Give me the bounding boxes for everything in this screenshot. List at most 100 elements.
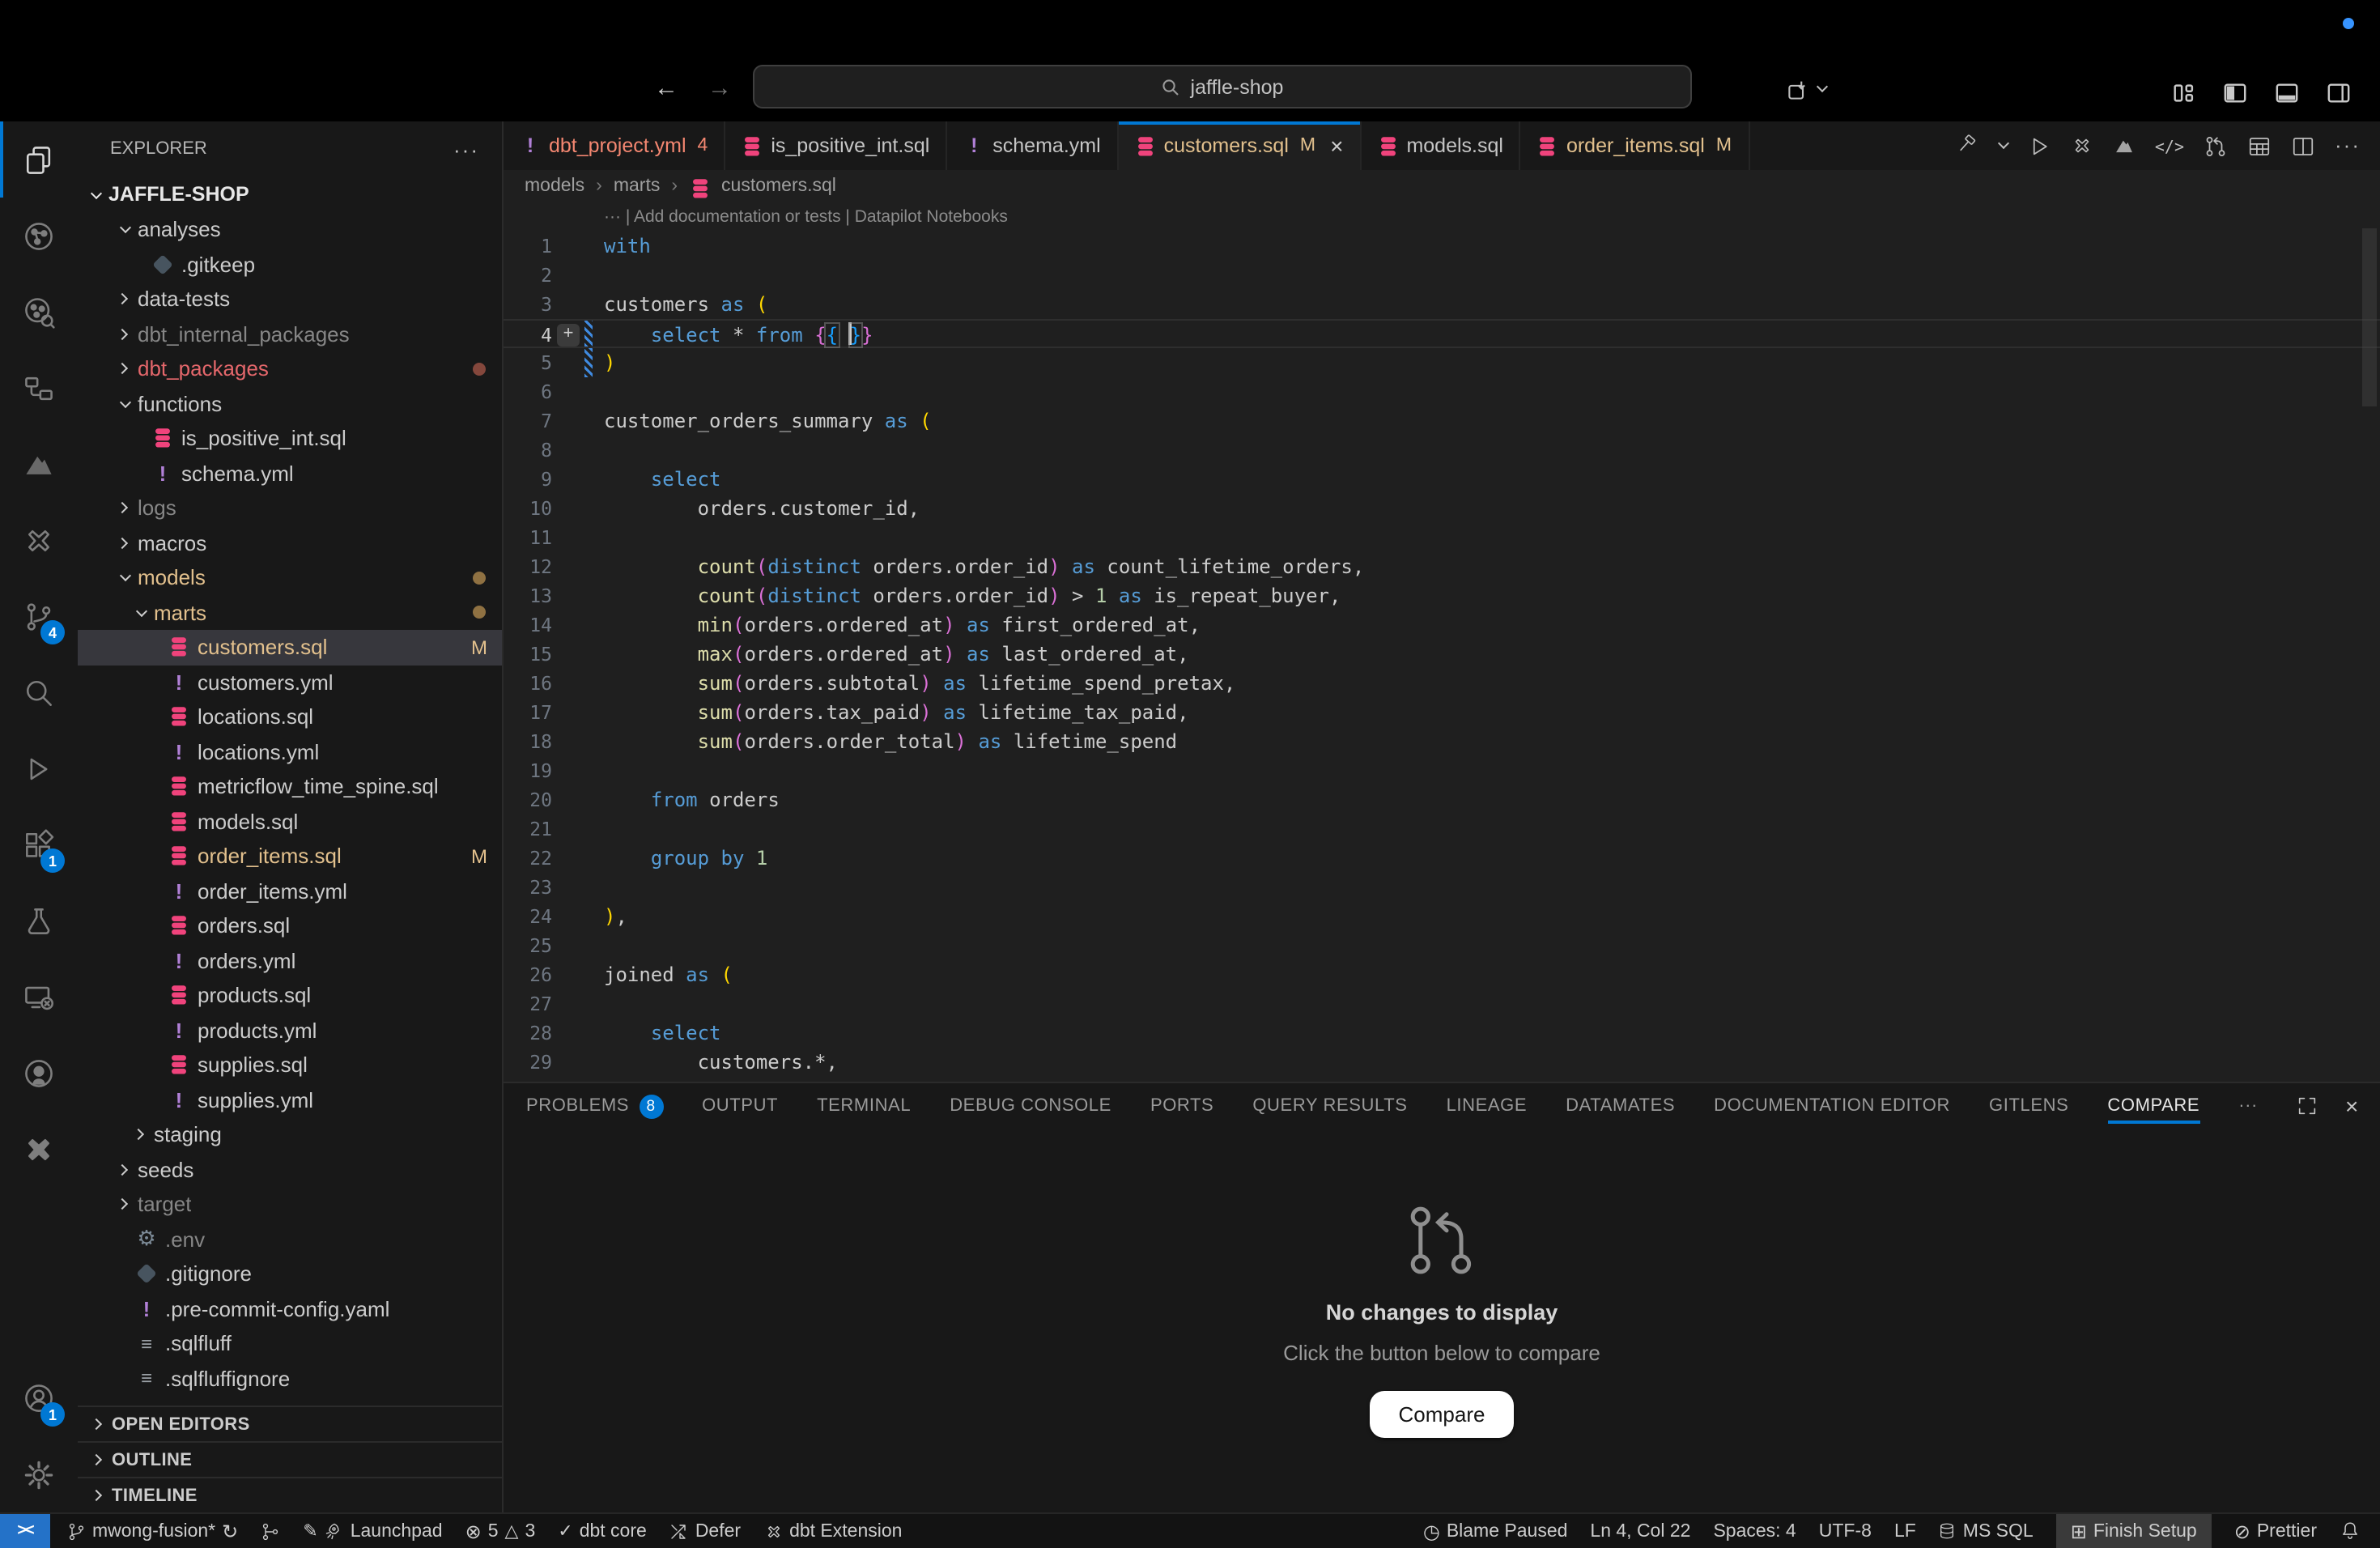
code-line-11[interactable]: 11 — [504, 523, 2380, 552]
tree-item-supplies.sql[interactable]: supplies.sql — [78, 1048, 502, 1082]
status-git-status-icon[interactable] — [261, 1521, 280, 1541]
status-encoding[interactable]: UTF-8 — [1819, 1514, 1872, 1548]
status-defer[interactable]: Defer — [669, 1521, 741, 1541]
tree-item-.pre-commit-config.yaml[interactable]: !.pre-commit-config.yaml — [78, 1291, 502, 1326]
nav-back-button[interactable]: ← — [654, 74, 678, 102]
tree-item-dbt_packages[interactable]: dbt_packages — [78, 351, 502, 386]
code-line-26[interactable]: 26 joined as ( — [504, 960, 2380, 989]
activity-github[interactable] — [0, 1035, 78, 1111]
code-line-27[interactable]: 27 — [504, 989, 2380, 1019]
tree-item-order_items.sql[interactable]: order_items.sqlM — [78, 839, 502, 874]
activity-search[interactable] — [0, 654, 78, 730]
activity-source-control[interactable]: 4 — [0, 578, 78, 654]
tab-dbt_project.yml[interactable]: !dbt_project.yml 4 — [504, 121, 725, 170]
code-line-4[interactable]: 4 + select * from {{ }} — [504, 319, 2380, 348]
breadcrumb-item[interactable]: models — [525, 176, 584, 196]
panel-tab-DOCUMENTATION EDITOR[interactable]: DOCUMENTATION EDITOR — [1714, 1083, 1950, 1129]
code-line-13[interactable]: 13 count(distinct orders.order_id) > 1 a… — [504, 581, 2380, 610]
toggle-secondary-sidebar-icon[interactable] — [2327, 81, 2351, 105]
tree-item-is_positive_int.sql[interactable]: is_positive_int.sql — [78, 421, 502, 456]
activity-flask[interactable] — [0, 882, 78, 959]
activity-pinwheel-filled[interactable] — [0, 1111, 78, 1187]
hammer-icon[interactable] — [1957, 134, 1980, 157]
tree-item-analyses[interactable]: analyses — [78, 212, 502, 247]
activity-settings-gear[interactable] — [0, 1436, 78, 1512]
tree-item-.gitkeep[interactable]: .gitkeep — [78, 247, 502, 282]
code-line-29[interactable]: 29 customers.*, — [504, 1048, 2380, 1077]
tree-item-locations.sql[interactable]: locations.sql — [78, 700, 502, 734]
customize-layout-icon[interactable] — [2171, 81, 2195, 105]
code-line-3[interactable]: 3 customers as ( — [504, 290, 2380, 319]
toggle-panel-icon[interactable] — [2275, 81, 2299, 105]
status-finish-setup[interactable]: ⊞Finish Setup — [2056, 1514, 2212, 1548]
code-line-22[interactable]: 22 group by 1 — [504, 844, 2380, 873]
section-outline[interactable]: OUTLINE — [78, 1441, 502, 1477]
activity-git-circle[interactable] — [0, 198, 78, 274]
tree-item-orders.sql[interactable]: orders.sql — [78, 908, 502, 943]
panel-tab-TERMINAL[interactable]: TERMINAL — [817, 1083, 911, 1129]
tree-item-seeds[interactable]: seeds — [78, 1152, 502, 1187]
status-dbt-extension[interactable]: dbt Extension — [763, 1521, 902, 1541]
tree-item-target[interactable]: target — [78, 1187, 502, 1222]
tree-item-schema.yml[interactable]: !schema.yml — [78, 456, 502, 491]
tree-item-products.yml[interactable]: !products.yml — [78, 1013, 502, 1048]
tab-customers.sql[interactable]: customers.sql M × — [1119, 121, 1362, 170]
status-branch-item[interactable]: mwong-fusion*↻ — [66, 1520, 238, 1542]
pinwheel-sm-icon[interactable] — [2071, 134, 2093, 157]
breadcrumb-item[interactable]: marts — [614, 176, 661, 196]
code-line-25[interactable]: 25 — [504, 931, 2380, 960]
tree-item-supplies.yml[interactable]: !supplies.yml — [78, 1082, 502, 1117]
code-line-12[interactable]: 12 count(distinct orders.order_id) as co… — [504, 552, 2380, 581]
panel-close-icon[interactable]: × — [2345, 1093, 2358, 1119]
activity-explorer[interactable] — [0, 121, 78, 198]
panel-tab-PORTS[interactable]: PORTS — [1150, 1083, 1213, 1129]
tree-item-macros[interactable]: macros — [78, 525, 502, 560]
panel-tab-DATAMATES[interactable]: DATAMATES — [1566, 1083, 1675, 1129]
status-problems-summary[interactable]: ⊗5△3 — [465, 1520, 536, 1542]
panel-tab-OUTPUT[interactable]: OUTPUT — [702, 1083, 778, 1129]
code-line-8[interactable]: 8 — [504, 436, 2380, 465]
activity-run-debug[interactable] — [0, 730, 78, 806]
code-line-14[interactable]: 14 min(orders.ordered_at) as first_order… — [504, 610, 2380, 640]
tab-order_items.sql[interactable]: order_items.sql M — [1521, 121, 1749, 170]
nav-forward-button[interactable]: → — [708, 74, 732, 102]
status-launchpad[interactable]: ✎Launchpad — [303, 1520, 442, 1542]
tree-item-.env[interactable]: ⚙.env — [78, 1222, 502, 1257]
code-line-20[interactable]: 20 from orders — [504, 785, 2380, 814]
activity-pinwheel-outline[interactable] — [0, 502, 78, 578]
panel-maximize-icon[interactable] — [2297, 1095, 2319, 1117]
activity-account[interactable]: 1 — [0, 1360, 78, 1436]
panel-tab-PROBLEMS[interactable]: PROBLEMS 8 — [526, 1083, 663, 1129]
tree-item-customers.sql[interactable]: customers.sqlM — [78, 630, 502, 665]
code-line-15[interactable]: 15 max(orders.ordered_at) as last_ordere… — [504, 640, 2380, 669]
tab-is_positive_int.sql[interactable]: is_positive_int.sql — [725, 121, 947, 170]
panel-tab-···[interactable]: ··· — [2238, 1083, 2258, 1129]
tree-item-order_items.yml[interactable]: !order_items.yml — [78, 874, 502, 908]
code-line-23[interactable]: 23 — [504, 873, 2380, 902]
panel-tab-DEBUG CONSOLE[interactable]: DEBUG CONSOLE — [950, 1083, 1111, 1129]
code-line-19[interactable]: 19 — [504, 756, 2380, 785]
code-line-2[interactable]: 2 — [504, 261, 2380, 290]
status-notifications[interactable] — [2340, 1514, 2361, 1548]
close-icon[interactable]: × — [1330, 133, 1343, 159]
activity-remote-explorer[interactable] — [0, 959, 78, 1035]
activity-flow-diagram[interactable] — [0, 350, 78, 426]
status-blame[interactable]: ◷Blame Paused — [1423, 1514, 1568, 1548]
tree-item-data-tests[interactable]: data-tests — [78, 282, 502, 317]
code-editor[interactable]: ··· | Add documentation or tests | Datap… — [504, 202, 2380, 1082]
panel-tab-QUERY RESULTS[interactable]: QUERY RESULTS — [1252, 1083, 1407, 1129]
code-line-1[interactable]: 1 with — [504, 232, 2380, 261]
gutter-add-button[interactable]: + — [557, 324, 580, 347]
tree-item-metricflow_time_spine.sql[interactable]: metricflow_time_spine.sql — [78, 769, 502, 804]
compare-button[interactable]: Compare — [1370, 1391, 1515, 1438]
codelens-hint[interactable]: ··· | Add documentation or tests | Datap… — [504, 202, 2380, 232]
remote-indicator[interactable]: >< — [0, 1514, 50, 1548]
profile-sync-icon[interactable] — [1786, 79, 1834, 102]
tree-item-functions[interactable]: functions — [78, 386, 502, 421]
code-line-5[interactable]: 5 ) — [504, 348, 2380, 377]
tree-item-staging[interactable]: staging — [78, 1117, 502, 1152]
code-line-18[interactable]: 18 sum(orders.order_total) as lifetime_s… — [504, 727, 2380, 756]
status-cursor-position[interactable]: Ln 4, Col 22 — [1590, 1514, 1690, 1548]
play-icon[interactable] — [2027, 134, 2051, 158]
tab-schema.yml[interactable]: !schema.yml — [947, 121, 1118, 170]
